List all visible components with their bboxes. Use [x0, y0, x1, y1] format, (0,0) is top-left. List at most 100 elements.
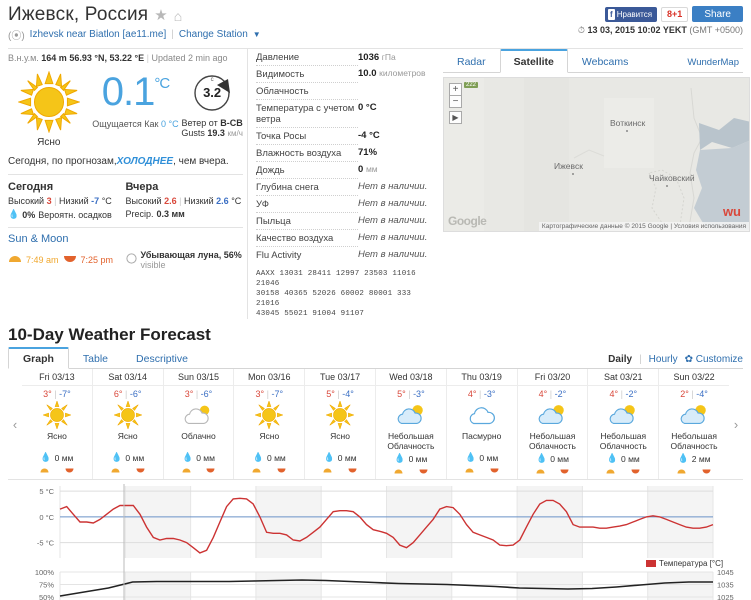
- forecast-days: Fri 03/13 3° | -7° Ясно 💧 0 мм Sat 03/14 …: [22, 369, 729, 479]
- table-row: Глубина снега Нет в наличии.: [256, 178, 436, 196]
- forecast-section: 10-Day Weather Forecast Graph Table Desc…: [0, 319, 751, 600]
- detail-key: Качество воздуха: [256, 229, 358, 247]
- forecast-day[interactable]: Wed 03/18 5° | -3° Небольшая Облачность …: [374, 369, 446, 479]
- current-conditions-panel: В.н.у.м. 164 m 56.93 °N, 53.22 °E | Upda…: [8, 49, 248, 319]
- day-sun-markers: [234, 463, 304, 476]
- day-condition: Ясно: [259, 431, 280, 441]
- day-sun-markers: [588, 464, 658, 477]
- divider: |: [179, 196, 182, 206]
- sunrise-sunset: 7:49 am 7:25 pm: [8, 254, 126, 266]
- wundermap-link[interactable]: WunderMap: [683, 52, 743, 72]
- map-label-votkinsk: Воткинск: [610, 118, 646, 128]
- drop-icon: 💧: [111, 452, 123, 462]
- facebook-icon: f: [608, 8, 615, 20]
- sunset-icon: [702, 465, 711, 477]
- forecast-day[interactable]: Sat 03/21 4° | -2° Небольшая Облачность …: [587, 369, 659, 479]
- yesterday-title: Вчера: [125, 181, 159, 193]
- forecast-day[interactable]: Sun 03/22 2° | -4° Небольшая Облачность …: [658, 369, 729, 479]
- day-precip-value: 0 мм: [620, 453, 640, 464]
- facebook-like-button[interactable]: f Нравится: [605, 6, 658, 22]
- map-panel: Radar Satellite Webcams WunderMap + − ▶ …: [436, 49, 750, 319]
- drop-icon: 💧: [606, 453, 618, 463]
- forecast-chart-svg[interactable]: 5 °C0 °C-5 °C100%104575%103550%102525%10…: [8, 480, 743, 600]
- header-divider: [8, 48, 743, 49]
- day-precip: 💧 0 мм: [22, 450, 92, 463]
- day-condition: Пасмурно: [462, 431, 502, 441]
- day-precip: 💧 0 мм: [234, 450, 304, 463]
- current-readings: Ясно 0.1°C Ощущается Как 0 °C с 3.2 Вете…: [8, 69, 243, 148]
- day-low: -6°: [129, 389, 142, 399]
- zoom-out-button[interactable]: −: [449, 95, 462, 108]
- temperature-unit: °C: [154, 75, 170, 92]
- forecast-day[interactable]: Thu 03/19 4° | -3° Пасмурно 💧 0 мм: [445, 369, 517, 479]
- forecast-day[interactable]: Sat 03/14 6° | -6° Ясно 💧 0 мм: [91, 369, 163, 479]
- yest-precip-label: Precip.: [125, 209, 154, 219]
- trend-emphasis[interactable]: ХОЛОДНЕЕ: [117, 156, 173, 167]
- main-content: В.н.у.м. 164 m 56.93 °N, 53.22 °E | Upda…: [0, 49, 751, 319]
- prev-days-button[interactable]: ‹: [8, 369, 22, 479]
- day-precip-value: 0 мм: [196, 452, 215, 463]
- day-condition: Ясно: [46, 431, 67, 441]
- tab-table[interactable]: Table: [69, 349, 122, 368]
- home-icon[interactable]: ⌂: [174, 6, 182, 26]
- google-plus-button[interactable]: 8+1: [661, 6, 689, 22]
- weather-page: Ижевск, Россия ★ ⌂ (⦿) Izhevsk near Biat…: [0, 0, 751, 600]
- map-zoom-controls: + − ▶: [449, 83, 462, 124]
- tab-webcams[interactable]: Webcams: [568, 50, 643, 72]
- svg-text:5 °C: 5 °C: [39, 487, 54, 496]
- forecast-day[interactable]: Fri 03/13 3° | -7° Ясно 💧 0 мм: [22, 369, 92, 479]
- sunny-icon: [22, 400, 92, 430]
- wind-dial-unit: с: [210, 77, 214, 83]
- svg-text:1035: 1035: [717, 581, 734, 590]
- customize-button[interactable]: ✿ Customize: [685, 354, 743, 365]
- tab-radar[interactable]: Radar: [443, 50, 500, 72]
- tab-satellite[interactable]: Satellite: [499, 49, 568, 73]
- detail-number: 10.0: [358, 68, 377, 79]
- tab-graph[interactable]: Graph: [8, 347, 69, 369]
- day-precip-value: 0 мм: [550, 453, 569, 464]
- day-precip-value: 0 мм: [337, 452, 357, 463]
- svg-text:-5 °C: -5 °C: [37, 539, 55, 548]
- gusts-value: 19.3: [207, 128, 225, 138]
- day-condition: Небольшая Облачность: [387, 431, 435, 451]
- day-high: 5°: [397, 389, 406, 399]
- day-name: Thu 03/19: [446, 372, 517, 386]
- wunderground-logo: wu: [722, 204, 741, 219]
- wind-block: с 3.2 Ветер от В-СВ Gusts 19.3 км/ч: [181, 69, 243, 138]
- partly-sunny-icon: [659, 400, 729, 430]
- day-precip-value: 0 мм: [267, 452, 286, 463]
- station-link[interactable]: Izhevsk near Biatlon [ae11.me]: [30, 29, 167, 40]
- map-canvas[interactable]: + − ▶ 222 Воткинск Ижевск Чайковский Goo…: [443, 77, 750, 232]
- change-station-button[interactable]: Change Station: [179, 29, 248, 40]
- synop-line-3: 43045 55021 91004 91107: [256, 310, 365, 318]
- day-name: Sat 03/14: [92, 372, 163, 386]
- daily-toggle[interactable]: Daily: [608, 354, 632, 365]
- day-temps: 3° | -7°: [43, 389, 71, 399]
- table-row: Видимость 10.0 километров: [256, 65, 436, 83]
- location-meta: В.н.у.м. 164 m 56.93 °N, 53.22 °E | Upda…: [8, 49, 243, 69]
- forecast-day[interactable]: Fri 03/20 4° | -2° Небольшая Облачность …: [516, 369, 588, 479]
- chevron-down-icon[interactable]: ▼: [253, 30, 261, 39]
- forecast-day[interactable]: Mon 03/16 3° | -7° Ясно 💧 0 мм: [233, 369, 305, 479]
- star-icon[interactable]: ★: [154, 6, 167, 26]
- hourly-toggle[interactable]: Hourly: [649, 354, 678, 365]
- drop-icon: 💧: [677, 453, 689, 463]
- day-temps: 4° | -2°: [538, 389, 567, 399]
- day-low: -2°: [554, 389, 567, 399]
- moon-icon: [125, 253, 137, 267]
- tab-descriptive[interactable]: Descriptive: [122, 349, 202, 368]
- next-days-button[interactable]: ›: [729, 369, 743, 479]
- forecast-day[interactable]: Sun 03/15 3° | -6° Облачно 💧 0 мм: [162, 369, 234, 479]
- map-play-button[interactable]: ▶: [449, 111, 462, 124]
- sunrise-icon: [677, 465, 686, 477]
- station-marker-icon: (⦿): [8, 31, 25, 42]
- today-precip-label: Вероятн. осадков: [38, 209, 112, 220]
- today-high-label: Высокий: [8, 196, 45, 206]
- day-low: -4°: [696, 389, 708, 399]
- forecast-day[interactable]: Tue 03/17 5° | -4° Ясно 💧 0 мм: [304, 369, 375, 479]
- elevation-value: 164 m: [41, 53, 67, 63]
- share-button[interactable]: Share: [692, 6, 743, 22]
- trend-statement: Сегодня, по прогнозам,ХОЛОДНЕЕ, чем вчер…: [8, 156, 243, 167]
- detail-number: 1036: [358, 51, 380, 63]
- detail-value: -4 °C: [358, 130, 380, 141]
